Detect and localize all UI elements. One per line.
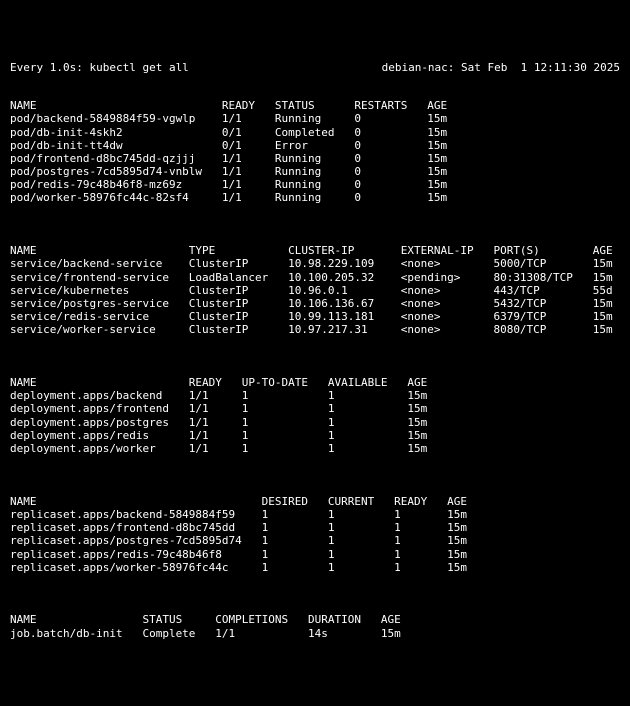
deployment-row: deployment.apps/postgres 1/1 1 1 15m [10, 416, 620, 429]
table-header: NAME STATUS COMPLETIONS DURATION AGE [10, 613, 620, 626]
pods-section: NAME READY STATUS RESTARTS AGE pod/backe… [10, 99, 620, 205]
services-section: NAME TYPE CLUSTER-IP EXTERNAL-IP PORT(S)… [10, 244, 620, 336]
replicaset-row: replicaset.apps/redis-79c48b46f8 1 1 1 1… [10, 548, 620, 561]
service-row: service/postgres-service ClusterIP 10.10… [10, 297, 620, 310]
service-row: service/backend-service ClusterIP 10.98.… [10, 257, 620, 270]
pod-row: pod/db-init-4skh2 0/1 Completed 0 15m [10, 126, 620, 139]
pod-row: pod/db-init-tt4dw 0/1 Error 0 15m [10, 139, 620, 152]
jobs-section: NAME STATUS COMPLETIONS DURATION AGE job… [10, 613, 620, 639]
service-row: service/frontend-service LoadBalancer 10… [10, 271, 620, 284]
replicaset-row: replicaset.apps/backend-5849884f59 1 1 1… [10, 508, 620, 521]
watch-command: Every 1.0s: kubectl get all [10, 61, 189, 74]
table-header: NAME READY UP-TO-DATE AVAILABLE AGE [10, 376, 620, 389]
service-row: service/redis-service ClusterIP 10.99.11… [10, 310, 620, 323]
replicasets-section: NAME DESIRED CURRENT READY AGE replicase… [10, 495, 620, 574]
pod-row: pod/worker-58976fc44c-82sf4 1/1 Running … [10, 191, 620, 204]
deployment-row: deployment.apps/worker 1/1 1 1 15m [10, 442, 620, 455]
watch-header: Every 1.0s: kubectl get all debian-nac: … [10, 61, 620, 74]
service-row: service/kubernetes ClusterIP 10.96.0.1 <… [10, 284, 620, 297]
service-row: service/worker-service ClusterIP 10.97.2… [10, 323, 620, 336]
replicaset-row: replicaset.apps/worker-58976fc44c 1 1 1 … [10, 561, 620, 574]
pod-row: pod/postgres-7cd5895d74-vnblw 1/1 Runnin… [10, 165, 620, 178]
table-header: NAME TYPE CLUSTER-IP EXTERNAL-IP PORT(S)… [10, 244, 620, 257]
watch-timestamp: debian-nac: Sat Feb 1 12:11:30 2025 [382, 61, 620, 74]
table-header: NAME DESIRED CURRENT READY AGE [10, 495, 620, 508]
pod-row: pod/frontend-d8bc745dd-qzjjj 1/1 Running… [10, 152, 620, 165]
replicaset-row: replicaset.apps/frontend-d8bc745dd 1 1 1… [10, 521, 620, 534]
deployment-row: deployment.apps/backend 1/1 1 1 15m [10, 389, 620, 402]
job-row: job.batch/db-init Complete 1/1 14s 15m [10, 627, 620, 640]
replicaset-row: replicaset.apps/postgres-7cd5895d74 1 1 … [10, 534, 620, 547]
pod-row: pod/backend-5849884f59-vgwlp 1/1 Running… [10, 112, 620, 125]
deployment-row: deployment.apps/redis 1/1 1 1 15m [10, 429, 620, 442]
deployment-row: deployment.apps/frontend 1/1 1 1 15m [10, 402, 620, 415]
table-header: NAME READY STATUS RESTARTS AGE [10, 99, 620, 112]
pod-row: pod/redis-79c48b46f8-mz69z 1/1 Running 0… [10, 178, 620, 191]
deployments-section: NAME READY UP-TO-DATE AVAILABLE AGE depl… [10, 376, 620, 455]
